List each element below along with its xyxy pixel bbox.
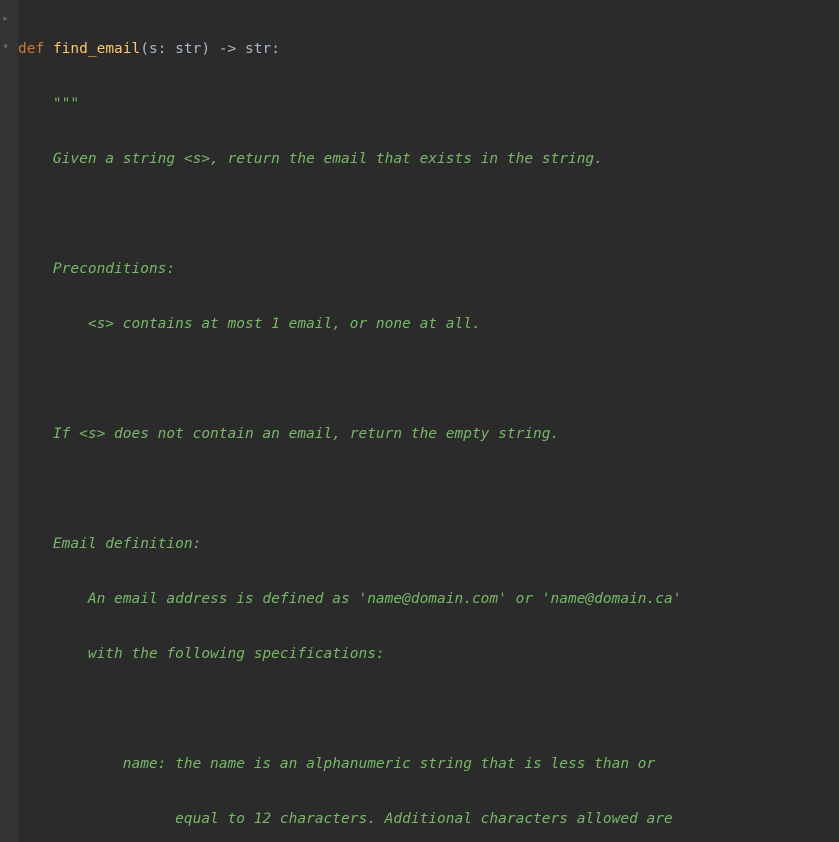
signature-rest: (s: str) -> str: [140, 41, 280, 57]
docstring-line [18, 366, 839, 394]
fold-mark-collapsed-icon[interactable]: ▸ [2, 12, 9, 24]
docstring-line: If <s> does not contain an email, return… [18, 421, 839, 449]
function-name: find_email [53, 41, 140, 57]
docstring-line: name: the name is an alphanumeric string… [18, 751, 839, 779]
docstring-line: <s> contains at most 1 email, or none at… [18, 311, 839, 339]
code-line: """ [18, 91, 839, 119]
docstring-line: equal to 12 characters. Additional chara… [18, 806, 839, 834]
docstring-line: An email address is defined as 'name@dom… [18, 586, 839, 614]
docstring-line [18, 476, 839, 504]
code-editor[interactable]: def find_email(s: str) -> str: """ Given… [18, 8, 839, 842]
fold-mark-expanded-icon[interactable]: ▾ [2, 40, 9, 52]
keyword-def: def [18, 41, 44, 57]
code-line: def find_email(s: str) -> str: [18, 36, 839, 64]
docstring-line: Email definition: [18, 531, 839, 559]
docstring-line [18, 696, 839, 724]
docstring-line [18, 201, 839, 229]
docstring-line: Preconditions: [18, 256, 839, 284]
editor-gutter: ▸ ▾ [0, 0, 18, 842]
docstring-line: with the following specifications: [18, 641, 839, 669]
docstring-line: Given a string <s>, return the email tha… [18, 146, 839, 174]
docstring-open: """ [53, 96, 79, 112]
